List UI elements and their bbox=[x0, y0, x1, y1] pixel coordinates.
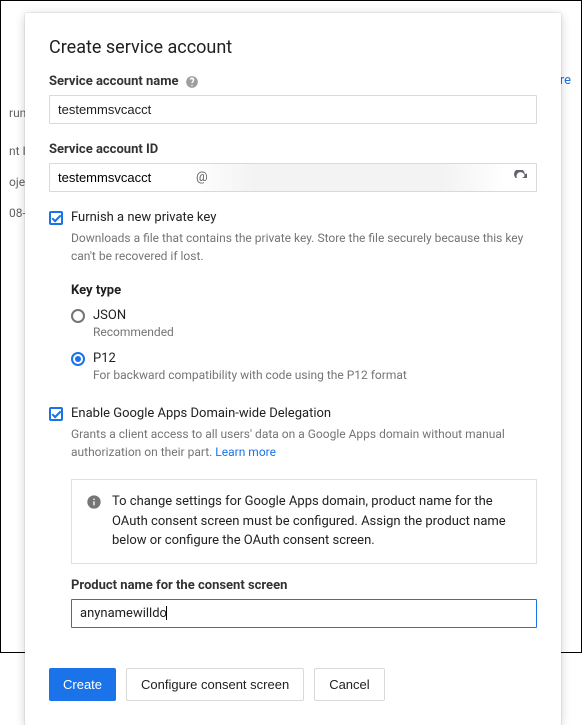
consent-section: To change settings for Google Apps domai… bbox=[71, 479, 537, 628]
service-account-id-input[interactable] bbox=[50, 164, 190, 191]
info-icon bbox=[86, 494, 102, 510]
delegation-checkbox[interactable] bbox=[49, 407, 63, 421]
key-type-json-label: JSON bbox=[93, 308, 126, 323]
delegation-checkbox-row[interactable]: Enable Google Apps Domain-wide Delegatio… bbox=[49, 406, 537, 421]
key-type-section: Key type JSON Recommended P12 For backwa… bbox=[71, 283, 537, 382]
service-account-name-input[interactable] bbox=[49, 95, 537, 124]
cancel-button[interactable]: Cancel bbox=[314, 668, 384, 701]
delegation-helper: Grants a client access to all users' dat… bbox=[71, 425, 537, 461]
product-name-field: Product name for the consent screen anyn… bbox=[71, 578, 537, 628]
service-account-name-label: Service account name bbox=[49, 74, 179, 89]
service-account-name-field: Service account name bbox=[49, 74, 537, 124]
dialog-title: Create service account bbox=[49, 37, 537, 58]
key-type-json-helper: Recommended bbox=[93, 325, 537, 339]
furnish-key-helper: Downloads a file that contains the priva… bbox=[71, 229, 537, 265]
service-account-id-domain: @ bbox=[190, 164, 506, 191]
delegation-label: Enable Google Apps Domain-wide Delegatio… bbox=[71, 406, 331, 421]
configure-consent-button[interactable]: Configure consent screen bbox=[126, 668, 304, 701]
product-name-label: Product name for the consent screen bbox=[71, 578, 287, 593]
create-service-account-dialog: Create service account Service account n… bbox=[25, 13, 561, 725]
key-type-p12-radio[interactable] bbox=[71, 352, 85, 366]
create-button[interactable]: Create bbox=[49, 668, 116, 701]
key-type-p12-row[interactable]: P12 bbox=[71, 351, 537, 366]
learn-more-link[interactable]: Learn more bbox=[215, 445, 276, 459]
help-icon[interactable] bbox=[185, 75, 199, 89]
product-name-input[interactable]: anynamewilldo bbox=[71, 599, 537, 628]
furnish-key-label: Furnish a new private key bbox=[71, 210, 216, 225]
key-type-p12-helper: For backward compatibility with code usi… bbox=[93, 368, 537, 382]
key-type-p12-label: P12 bbox=[93, 351, 116, 366]
key-type-json-radio[interactable] bbox=[71, 309, 85, 323]
refresh-icon bbox=[513, 170, 529, 186]
key-type-title: Key type bbox=[71, 283, 537, 298]
service-account-id-field: Service account ID @ bbox=[49, 142, 537, 192]
key-type-json-row[interactable]: JSON bbox=[71, 308, 537, 323]
furnish-key-checkbox[interactable] bbox=[49, 211, 63, 225]
consent-info-box: To change settings for Google Apps domai… bbox=[71, 479, 537, 564]
furnish-key-checkbox-row[interactable]: Furnish a new private key bbox=[49, 210, 537, 225]
text-caret bbox=[166, 606, 167, 620]
service-account-id-label: Service account ID bbox=[49, 142, 158, 157]
dialog-button-row: Create Configure consent screen Cancel bbox=[49, 668, 537, 701]
consent-info-text: To change settings for Google Apps domai… bbox=[112, 492, 522, 551]
refresh-id-button[interactable] bbox=[506, 164, 536, 191]
